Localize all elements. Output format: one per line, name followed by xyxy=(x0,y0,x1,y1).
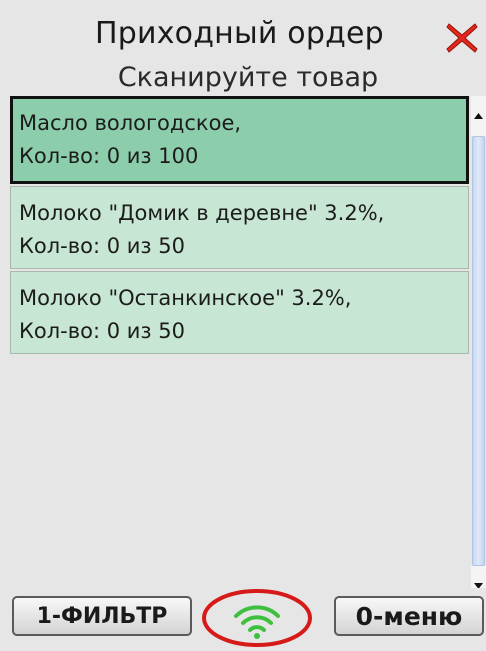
scroll-up-button[interactable] xyxy=(471,96,486,136)
goods-list: Масло вологодское, Кол-во: 0 из 100 Моло… xyxy=(10,96,471,590)
arrow-up-icon xyxy=(474,113,483,119)
list-item[interactable]: Молоко "Домик в деревне" 3.2%, Кол-во: 0… xyxy=(10,186,469,269)
scroll-track[interactable] xyxy=(471,136,486,566)
item-name: Молоко "Домик в деревне" 3.2%, xyxy=(19,201,385,225)
item-quantity: Кол-во: 0 из 50 xyxy=(19,319,185,343)
item-quantity: Кол-во: 0 из 100 xyxy=(19,144,199,168)
vertical-scrollbar[interactable] xyxy=(471,96,486,606)
list-item[interactable]: Масло вологодское, Кол-во: 0 из 100 xyxy=(10,96,469,184)
close-button[interactable] xyxy=(442,18,482,58)
close-x-icon xyxy=(446,23,478,53)
page-title: Приходный ордер xyxy=(95,16,384,51)
wifi-icon xyxy=(202,589,312,647)
menu-button[interactable]: 0-меню xyxy=(334,596,484,636)
item-name: Молоко "Останкинское" 3.2%, xyxy=(19,286,352,310)
bottom-bar: 1-ФИЛЬТР 0-меню xyxy=(0,588,486,651)
scan-prompt: Сканируйте товар xyxy=(117,62,379,93)
filter-button[interactable]: 1-ФИЛЬТР xyxy=(12,596,192,636)
title-bar: Приходный ордер xyxy=(0,10,486,60)
app-screen: Приходный ордер Сканируйте товар Масло в… xyxy=(0,0,486,651)
scroll-thumb[interactable] xyxy=(472,136,485,566)
item-quantity: Кол-во: 0 из 50 xyxy=(19,234,185,258)
list-item[interactable]: Молоко "Останкинское" 3.2%, Кол-во: 0 из… xyxy=(10,271,469,354)
item-name: Масло вологодское, xyxy=(19,111,242,135)
